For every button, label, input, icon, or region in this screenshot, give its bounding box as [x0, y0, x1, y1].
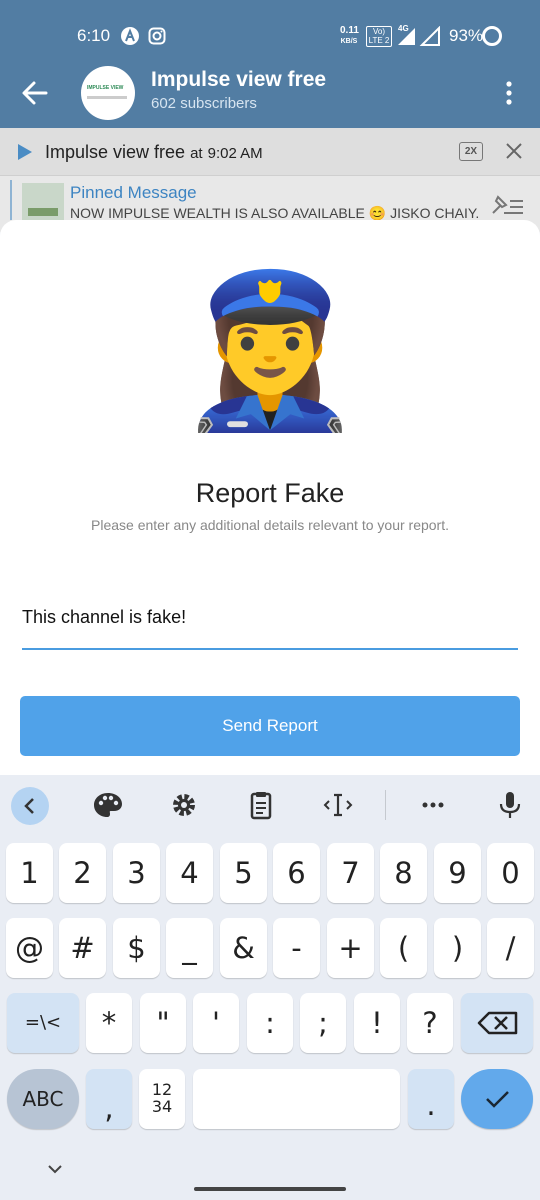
key[interactable]: _ — [166, 918, 213, 978]
backspace-key[interactable] — [461, 993, 533, 1053]
more-horizontal-icon[interactable] — [415, 790, 451, 820]
keyboard-collapse-button[interactable] — [11, 787, 49, 825]
palette-icon[interactable] — [90, 790, 126, 820]
battery-icon — [482, 26, 502, 46]
key[interactable]: 0 — [487, 843, 534, 903]
battery-percent: 93% — [449, 26, 484, 45]
pin-list-icon[interactable] — [490, 193, 524, 215]
subscriber-count: 602 subscribers — [151, 95, 257, 112]
abc-key[interactable]: ABC — [7, 1069, 79, 1129]
key[interactable]: + — [327, 918, 374, 978]
instagram-icon — [148, 27, 166, 45]
key[interactable]: " — [140, 993, 186, 1053]
key[interactable]: ? — [407, 993, 453, 1053]
back-arrow-icon[interactable] — [20, 79, 50, 107]
key[interactable]: 1 — [6, 843, 53, 903]
key[interactable]: / — [487, 918, 534, 978]
net-speed: 0.11 KB/S — [340, 25, 359, 46]
key[interactable]: # — [59, 918, 106, 978]
key[interactable]: 2 — [59, 843, 106, 903]
key[interactable]: 8 — [380, 843, 427, 903]
backspace-icon — [477, 1011, 518, 1035]
numpad-bottom: 34 — [151, 1097, 173, 1116]
gesture-bar[interactable] — [194, 1187, 346, 1191]
gear-icon[interactable] — [166, 790, 202, 820]
microphone-icon[interactable] — [492, 790, 528, 820]
keyboard — [0, 775, 540, 1200]
key[interactable]: ( — [380, 918, 427, 978]
key[interactable]: ' — [193, 993, 239, 1053]
play-icon[interactable] — [17, 143, 33, 161]
checkmark-icon — [486, 1091, 509, 1108]
send-report-button[interactable]: Send Report — [20, 696, 520, 756]
text-cursor-icon[interactable] — [320, 790, 356, 820]
more-menu-icon[interactable] — [502, 80, 516, 106]
audio-player-text: Impulse view free at 9:02 AM — [45, 142, 263, 162]
key[interactable]: 6 — [273, 843, 320, 903]
channel-avatar[interactable]: IMPULSE VIEW — [81, 66, 135, 120]
close-icon[interactable] — [505, 142, 523, 160]
space-key[interactable] — [193, 1069, 400, 1129]
pinned-thumbnail — [22, 183, 64, 220]
toolbar-divider — [385, 790, 386, 820]
numpad-top: 12 — [151, 1080, 173, 1099]
channel-title[interactable]: Impulse view free — [151, 68, 326, 92]
key[interactable]: ! — [354, 993, 400, 1053]
avatar-bar — [87, 96, 127, 99]
chevron-left-icon — [24, 798, 34, 814]
key[interactable]: $ — [113, 918, 160, 978]
volte-icon: Vo) LTE 2 — [366, 26, 392, 47]
police-officer-emoji: 👮‍♀️ — [176, 266, 364, 434]
input-underline — [22, 648, 518, 650]
symbols-shift-key[interactable]: =\< — [7, 993, 79, 1053]
status-time: 6:10 — [77, 26, 111, 45]
report-subtitle: Please enter any additional details rele… — [91, 517, 449, 533]
chat-header — [0, 0, 540, 128]
key[interactable]: 5 — [220, 843, 267, 903]
report-title: Report Fake — [195, 478, 345, 508]
key[interactable]: : — [247, 993, 293, 1053]
period-key[interactable]: . — [408, 1069, 454, 1129]
avatar-logo-text: IMPULSE VIEW — [87, 85, 124, 91]
clipboard-icon[interactable] — [243, 790, 279, 820]
key[interactable]: ) — [434, 918, 481, 978]
comma-key[interactable]: , — [86, 1069, 132, 1129]
report-details-input[interactable]: This channel is fake! — [22, 607, 186, 628]
key[interactable]: @ — [6, 918, 53, 978]
key[interactable]: 3 — [113, 843, 160, 903]
app-a-icon — [121, 27, 139, 45]
key[interactable]: 7 — [327, 843, 374, 903]
pinned-indicator — [10, 180, 12, 220]
key[interactable]: & — [220, 918, 267, 978]
key[interactable]: 4 — [166, 843, 213, 903]
key[interactable]: ; — [300, 993, 346, 1053]
key[interactable]: - — [273, 918, 320, 978]
playback-speed-button[interactable]: 2X — [459, 142, 483, 161]
pinned-title: Pinned Message — [70, 183, 197, 202]
chevron-down-icon[interactable] — [46, 1163, 64, 1175]
signal-icon — [398, 26, 440, 46]
key[interactable]: * — [86, 993, 132, 1053]
enter-key[interactable] — [461, 1069, 533, 1129]
numpad-key[interactable]: 12 34 — [139, 1069, 185, 1129]
key[interactable]: 9 — [434, 843, 481, 903]
